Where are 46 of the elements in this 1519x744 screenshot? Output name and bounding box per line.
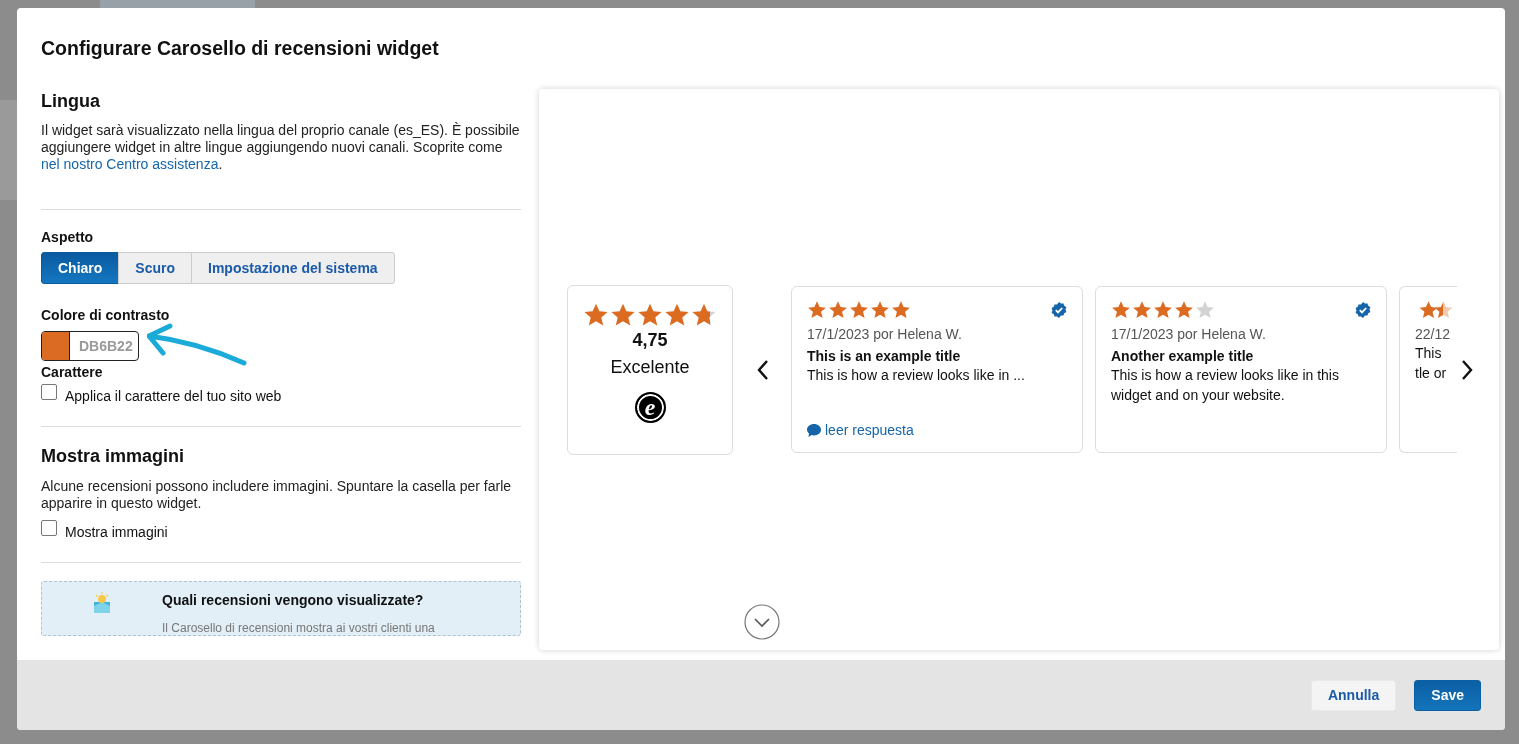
star-icon [807,300,827,320]
review-text: widget and on your website. [1111,386,1286,404]
info-title: Quali recensioni vengono visualizzate? [162,592,424,608]
rating-score: 4,75 [632,329,668,351]
star-icon [870,300,890,320]
dialog-title: Configurare Carosello di recensioni widget [40,36,440,61]
language-description: Il widget sarà visualizzato nella lingua del proprio canale (es_ES). È possibile aggiungere widget in altre lingue aggiungendo nuovi canali. Scoprite come nel nostro Centro assistenza. [41,122,521,173]
field-label: Carattere [41,364,103,380]
checkbox-label: Mostra immagini [65,524,168,540]
speech-bubble-icon [807,423,821,437]
theme-option[interactable]: Chiaro [41,252,120,284]
theme-option[interactable]: Impostazione del sistema [191,252,395,284]
review-text: tle or [1415,364,1448,382]
field-label: Aspetto [41,229,94,245]
expand-chevron-icon[interactable] [744,604,780,640]
star-icon [1153,300,1173,320]
star-icon [1195,300,1215,320]
star-icon [891,300,911,320]
section-heading: Mostra immagini [41,445,185,467]
review-date-author: 17/1/2023 por Helena W. [1111,326,1267,342]
theme-option[interactable]: Scuro [118,252,193,284]
rating-label: Excelente [610,356,690,378]
review-text: This is how a review looks like in ... [807,366,1026,384]
review-text: This [1415,344,1443,362]
checkbox-label: Applica il carattere del tuo sito web [65,388,282,404]
info-text: Il Carosello di recensioni mostra ai vostri clienti una [162,621,435,635]
logo: e [634,391,666,423]
star-icon [828,300,848,320]
save-button[interactable]: Save [1414,679,1481,711]
star-icon [1132,300,1152,320]
review-date-author: 17/1/2023 por Helena W. [807,326,963,342]
star-icon [849,300,869,320]
checkbox[interactable] [41,384,57,400]
review-text: This is how a review looks like in this [1111,366,1340,384]
review-title: This is an example title [807,348,962,364]
review-title: Another example title [1111,348,1255,364]
field-label: Colore di contrasto [41,307,170,323]
checkbox[interactable] [41,520,57,536]
star-icon [1111,300,1131,320]
section-heading: Lingua [41,90,100,112]
review-date-author: 22/12 [1415,326,1452,342]
images-description: Alcune recensioni possono includere immagini. Spuntare la casella per farle apparire in questo widget. [41,478,513,512]
lightbulb-icon [93,592,111,614]
cancel-button[interactable]: Annulla [1310,679,1397,711]
star-icon [1174,300,1194,320]
reply-link[interactable]: leer respuesta [807,422,914,438]
